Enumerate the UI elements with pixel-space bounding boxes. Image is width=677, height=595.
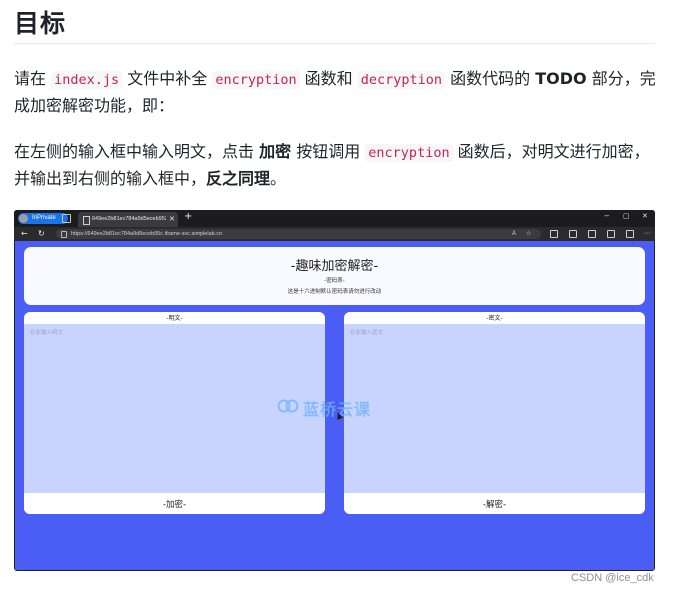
lanqiao-logo-icon xyxy=(277,399,299,413)
url-text: https://649ee2b81ec784a9d5eceb95c.iframe… xyxy=(71,231,223,237)
code-encryption: encryption xyxy=(212,71,300,89)
app-subtitle: -密码表- xyxy=(324,278,345,284)
tab-bar: InPrivate 649ee2b81ec784a9d5eceb952c ✕ +… xyxy=(14,210,655,227)
app-header-card: -趣味加密解密- -密码表- 这是十六进制默认密码表请勿进行改动 xyxy=(24,247,645,305)
ciphertext-header: -密文- xyxy=(486,315,503,322)
app-description: 这是十六进制默认密码表请勿进行改动 xyxy=(287,289,382,295)
bold-vice-versa: 反之同理 xyxy=(206,169,271,188)
favorite-star-icon[interactable]: ☆ xyxy=(526,229,531,239)
refresh-icon[interactable]: ↻ xyxy=(38,228,45,240)
text: 在左侧的输入框中输入明文，点击 xyxy=(14,142,260,161)
close-window-button[interactable]: ✕ xyxy=(642,212,648,220)
copilot-icon[interactable] xyxy=(626,230,634,238)
goal-paragraph-1: 请在 index.js 文件中补全 encryption 函数和 decrypt… xyxy=(14,66,659,119)
browser-tab[interactable]: 649ee2b81ec784a9d5eceb952c ✕ xyxy=(78,212,178,227)
tab-title: 649ee2b81ec784a9d5eceb952c xyxy=(92,216,166,222)
text: 请在 xyxy=(14,69,52,88)
lock-icon xyxy=(61,231,67,238)
tab-close-icon[interactable]: ✕ xyxy=(169,212,175,227)
csdn-credit: CSDN @ice_cdk xyxy=(571,572,654,584)
new-tab-button[interactable]: + xyxy=(184,211,192,222)
maximize-button[interactable]: ▢ xyxy=(623,212,630,220)
url-field[interactable]: https://649ee2b81ec784a9d5eceb95c.iframe… xyxy=(56,229,541,239)
text: 函数代码的 xyxy=(445,69,536,88)
text: 。 xyxy=(270,169,287,188)
lanqiao-watermark: 蓝桥云课 xyxy=(277,396,392,419)
more-menu-icon[interactable]: ⋯ xyxy=(644,228,650,240)
extensions-icon[interactable] xyxy=(550,230,558,238)
encrypt-button[interactable]: -加密- xyxy=(24,493,325,514)
code-encryption: encryption xyxy=(365,144,453,162)
text: 按钮调用 xyxy=(291,142,366,161)
bold-todo: TODO xyxy=(535,69,587,88)
app-title: -趣味加密解密- xyxy=(290,259,379,274)
favorites-icon[interactable] xyxy=(588,230,596,238)
plaintext-header: -明文- xyxy=(166,315,183,322)
back-arrow-icon[interactable]: ← xyxy=(21,228,28,240)
tab-actions-icon[interactable] xyxy=(62,214,71,223)
text: 函数和 xyxy=(299,69,358,88)
browser-screenshot: InPrivate 649ee2b81ec784a9d5eceb952c ✕ +… xyxy=(14,210,655,571)
page-viewport: -趣味加密解密- -密码表- 这是十六进制默认密码表请勿进行改动 -明文- -加… xyxy=(15,241,654,570)
collections-icon[interactable] xyxy=(607,230,615,238)
split-screen-icon[interactable] xyxy=(569,230,577,238)
profile-label: InPrivate xyxy=(32,215,56,221)
page-icon xyxy=(83,216,90,225)
goal-paragraph-2: 在左侧的输入框中输入明文，点击 加密 按钮调用 encryption 函数后，对… xyxy=(14,139,659,192)
read-aloud-icon[interactable]: A xyxy=(512,229,516,239)
code-decryption: decryption xyxy=(357,71,446,89)
heading-divider xyxy=(14,43,655,44)
bold-encrypt: 加密 xyxy=(259,142,292,161)
section-heading: 目标 xyxy=(14,9,67,38)
code-index-js: index.js xyxy=(51,71,123,89)
inprivate-badge[interactable]: InPrivate xyxy=(18,213,68,224)
address-bar: ← ↻ https://649ee2b81ec784a9d5eceb95c.if… xyxy=(14,227,655,241)
decrypt-button[interactable]: -解密- xyxy=(344,493,645,514)
text: 文件中补全 xyxy=(122,69,213,88)
minimize-button[interactable]: − xyxy=(604,212,610,220)
avatar xyxy=(19,214,28,223)
